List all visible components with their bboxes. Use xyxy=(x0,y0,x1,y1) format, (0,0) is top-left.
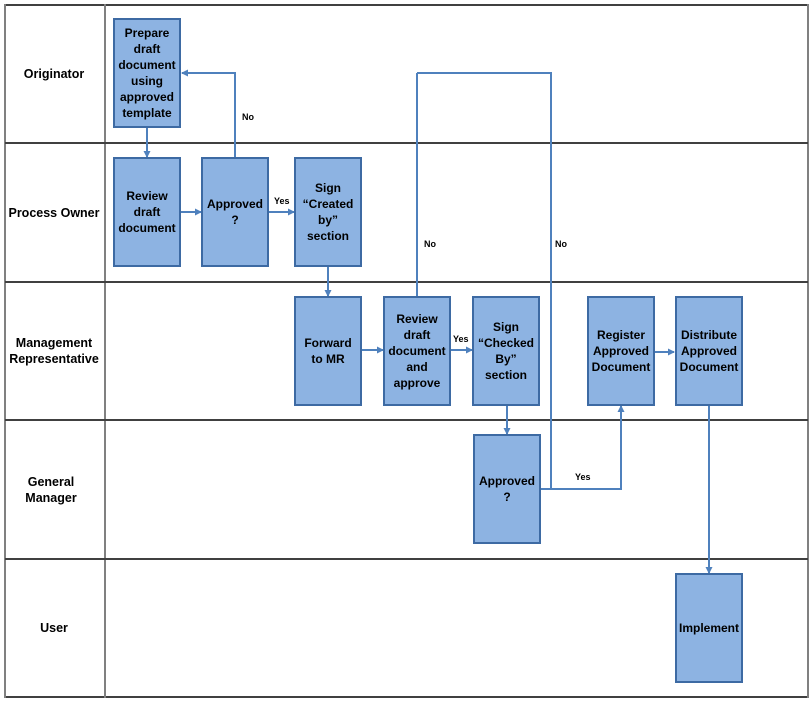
arrow-gm-no-to-prepare xyxy=(417,72,552,490)
step-review-draft-mr[interactable]: Review draft document and approve xyxy=(383,296,451,406)
edge-label-gm-no: No xyxy=(555,239,567,249)
edge-label-mr-yes: Yes xyxy=(453,334,469,344)
step-prepare-draft[interactable]: Prepare draft document using approved te… xyxy=(113,18,181,128)
step-register-document[interactable]: Register Approved Document xyxy=(587,296,655,406)
swimlane-diagram: Originator Process Owner Management Repr… xyxy=(0,0,812,702)
step-sign-created-by[interactable]: Sign “Created by” section xyxy=(294,157,362,267)
step-review-draft-po[interactable]: Review draft document xyxy=(113,157,181,267)
step-forward-to-mr[interactable]: Forward to MR xyxy=(294,296,362,406)
edge-label-gm-yes: Yes xyxy=(575,472,591,482)
edge-label-po-yes: Yes xyxy=(274,196,290,206)
decision-approved-gm[interactable]: Approved ? xyxy=(473,434,541,544)
step-distribute-document[interactable]: Distribute Approved Document xyxy=(675,296,743,406)
step-sign-checked-by[interactable]: Sign “Checked By” section xyxy=(472,296,540,406)
edge-label-po-no: No xyxy=(242,112,254,122)
arrow-po-no-to-prepare xyxy=(181,69,236,157)
step-implement[interactable]: Implement xyxy=(675,573,743,683)
edge-label-mr-no: No xyxy=(424,239,436,249)
decision-approved-po[interactable]: Approved ? xyxy=(201,157,269,267)
